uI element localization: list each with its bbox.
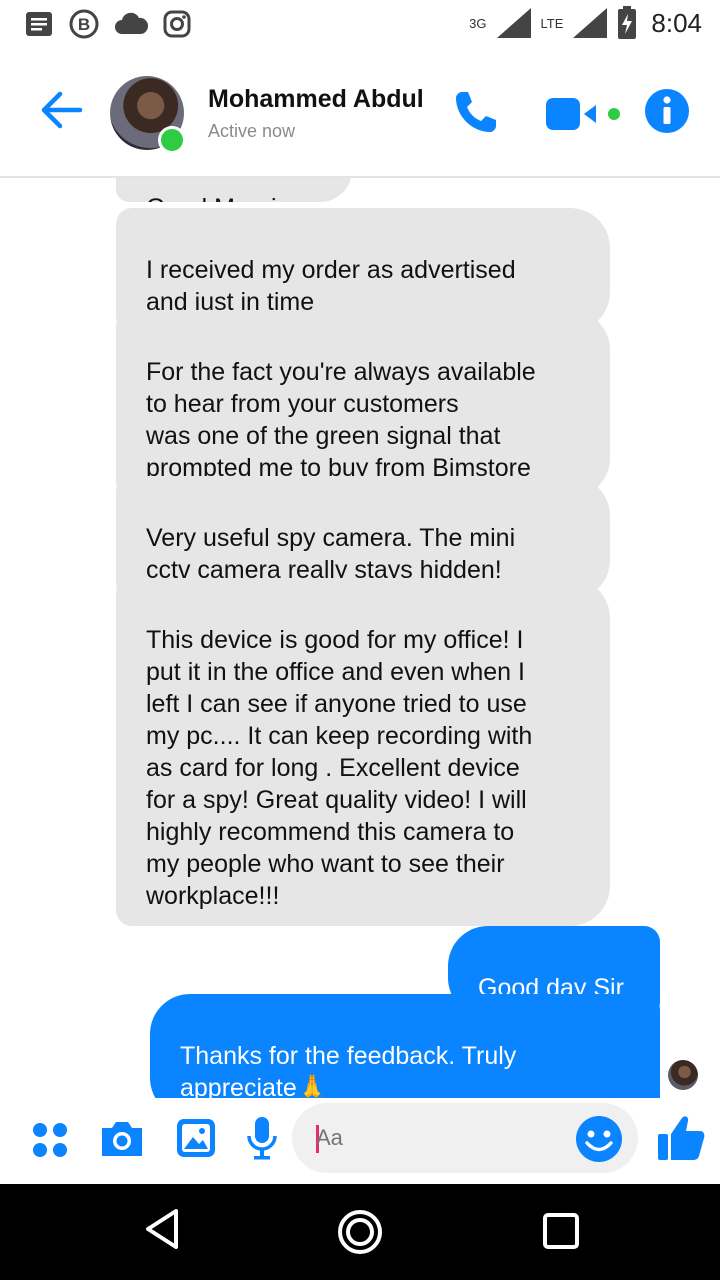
status-system-icons: 3G LTE 8:04	[469, 6, 702, 40]
gallery-icon[interactable]	[174, 1116, 218, 1160]
contact-name[interactable]: Mohammed Abdul	[208, 85, 424, 114]
message-text: Good Morning	[146, 194, 304, 202]
svg-text:B: B	[78, 15, 90, 34]
microphone-icon[interactable]	[244, 1114, 280, 1162]
status-time: 8:04	[651, 7, 702, 38]
home-circle-icon[interactable]	[336, 1208, 384, 1256]
signal-lte-icon	[573, 8, 608, 38]
message-bubble-outgoing[interactable]: Thanks for the feedback. Truly appreciat…	[150, 994, 660, 1098]
thumbs-up-icon[interactable]	[656, 1112, 706, 1164]
message-text: For the fact you're always available to …	[146, 358, 536, 482]
contact-status: Active now	[208, 121, 296, 141]
camera-icon[interactable]	[98, 1118, 146, 1160]
online-indicator	[158, 126, 186, 154]
message-input[interactable]	[314, 1117, 578, 1159]
network-lte-label: LTE	[540, 15, 564, 31]
signal-icon	[496, 8, 531, 38]
message-text: This device is good for my office! I put…	[146, 626, 533, 910]
network-3g-label: 3G	[469, 15, 487, 31]
back-arrow-icon[interactable]	[38, 90, 84, 130]
message-text: I received my order as advertised and ju…	[146, 256, 516, 316]
message-composer	[0, 1100, 720, 1184]
phone-call-icon[interactable]	[452, 88, 500, 136]
cloud-icon	[115, 12, 148, 34]
message-text: Very useful spy camera. The mini cctv ca…	[146, 524, 516, 584]
recents-square-icon[interactable]	[542, 1212, 580, 1250]
more-actions-icon[interactable]	[30, 1120, 70, 1160]
conversation-header: Mohammed Abdul Active now	[0, 48, 720, 178]
info-icon[interactable]	[644, 88, 690, 134]
system-navigation-bar	[0, 1184, 720, 1280]
message-list[interactable]: Good Morning I received my order as adve…	[0, 178, 720, 1098]
b-badge-icon: B	[69, 9, 99, 39]
message-bubble-incoming[interactable]: This device is good for my office! I put…	[116, 578, 610, 926]
notes-icon	[26, 12, 52, 36]
instagram-icon	[163, 10, 191, 38]
message-bubble-partial[interactable]: Good Morning	[116, 178, 352, 202]
message-bubble-incoming[interactable]: For the fact you're always available to …	[116, 310, 610, 498]
emoji-icon[interactable]	[574, 1114, 624, 1164]
status-notification-icons: B	[24, 8, 192, 40]
message-text: Thanks for the feedback. Truly appreciat…	[180, 1042, 517, 1098]
back-triangle-icon[interactable]	[142, 1206, 182, 1252]
battery-charging-icon	[618, 6, 637, 39]
status-bar: B 3G LTE 8:04	[0, 0, 720, 48]
video-call-icon[interactable]	[544, 94, 624, 134]
seen-by-avatar	[668, 1060, 698, 1090]
